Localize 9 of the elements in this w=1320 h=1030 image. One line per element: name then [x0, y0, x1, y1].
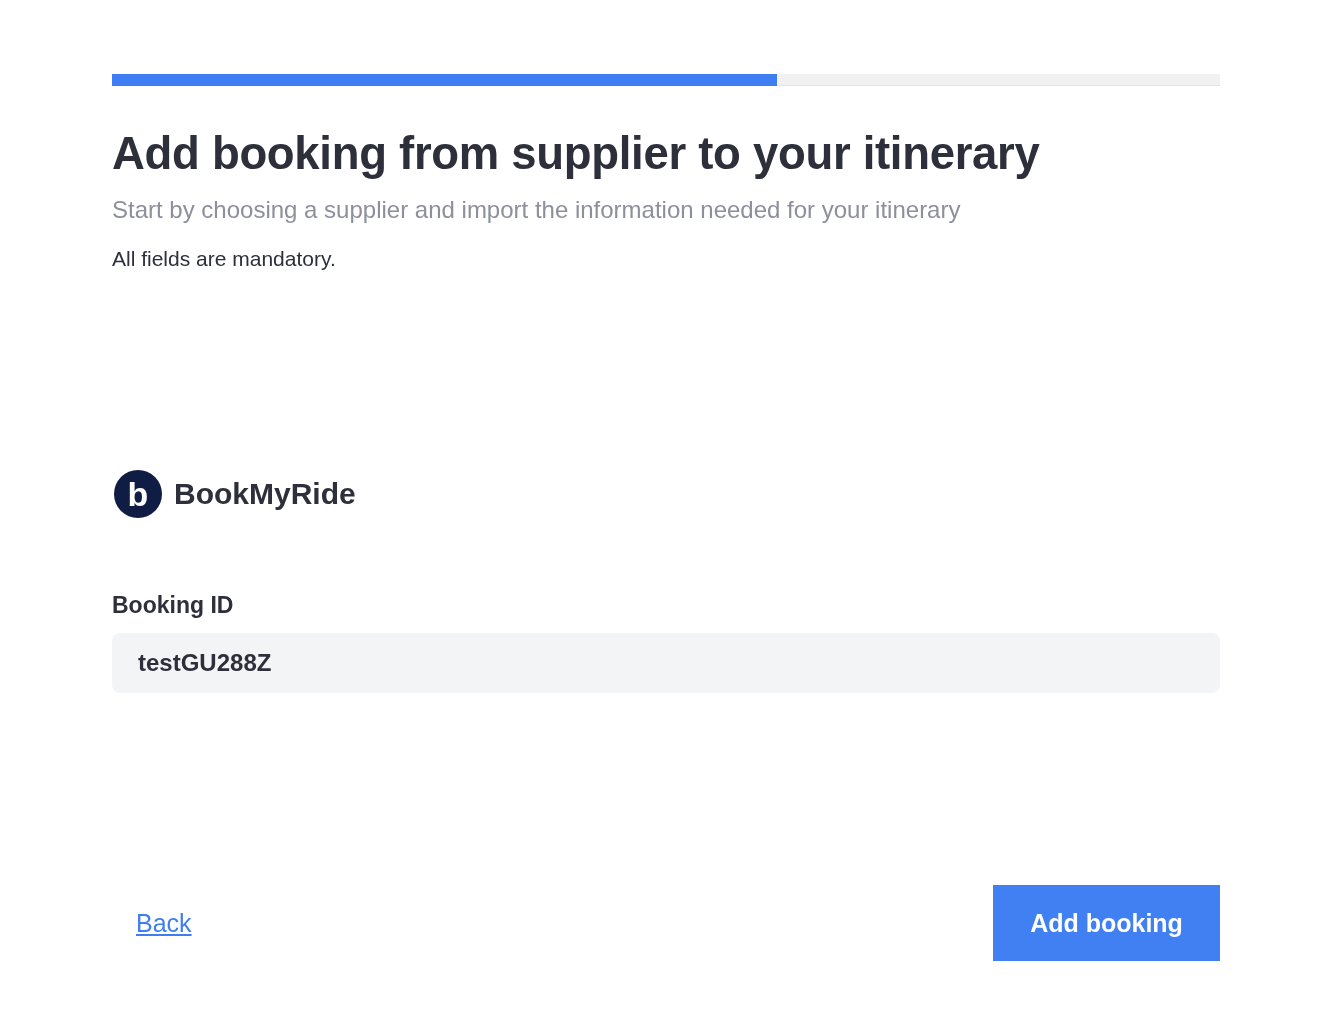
- page-title: Add booking from supplier to your itinerary: [112, 127, 1041, 181]
- field-label: Booking ID: [112, 592, 235, 619]
- add-booking-button[interactable]: Add booking: [993, 885, 1220, 961]
- supplier-logo-icon: b: [114, 470, 162, 518]
- supplier-name: BookMyRide: [174, 477, 356, 511]
- mandatory-note: All fields are mandatory.: [112, 246, 337, 272]
- back-link[interactable]: Back: [136, 908, 192, 938]
- booking-id-field[interactable]: testGU288Z: [112, 633, 1220, 693]
- subtitle: Start by choosing a supplier and import the information needed for your itinerary: [112, 195, 962, 225]
